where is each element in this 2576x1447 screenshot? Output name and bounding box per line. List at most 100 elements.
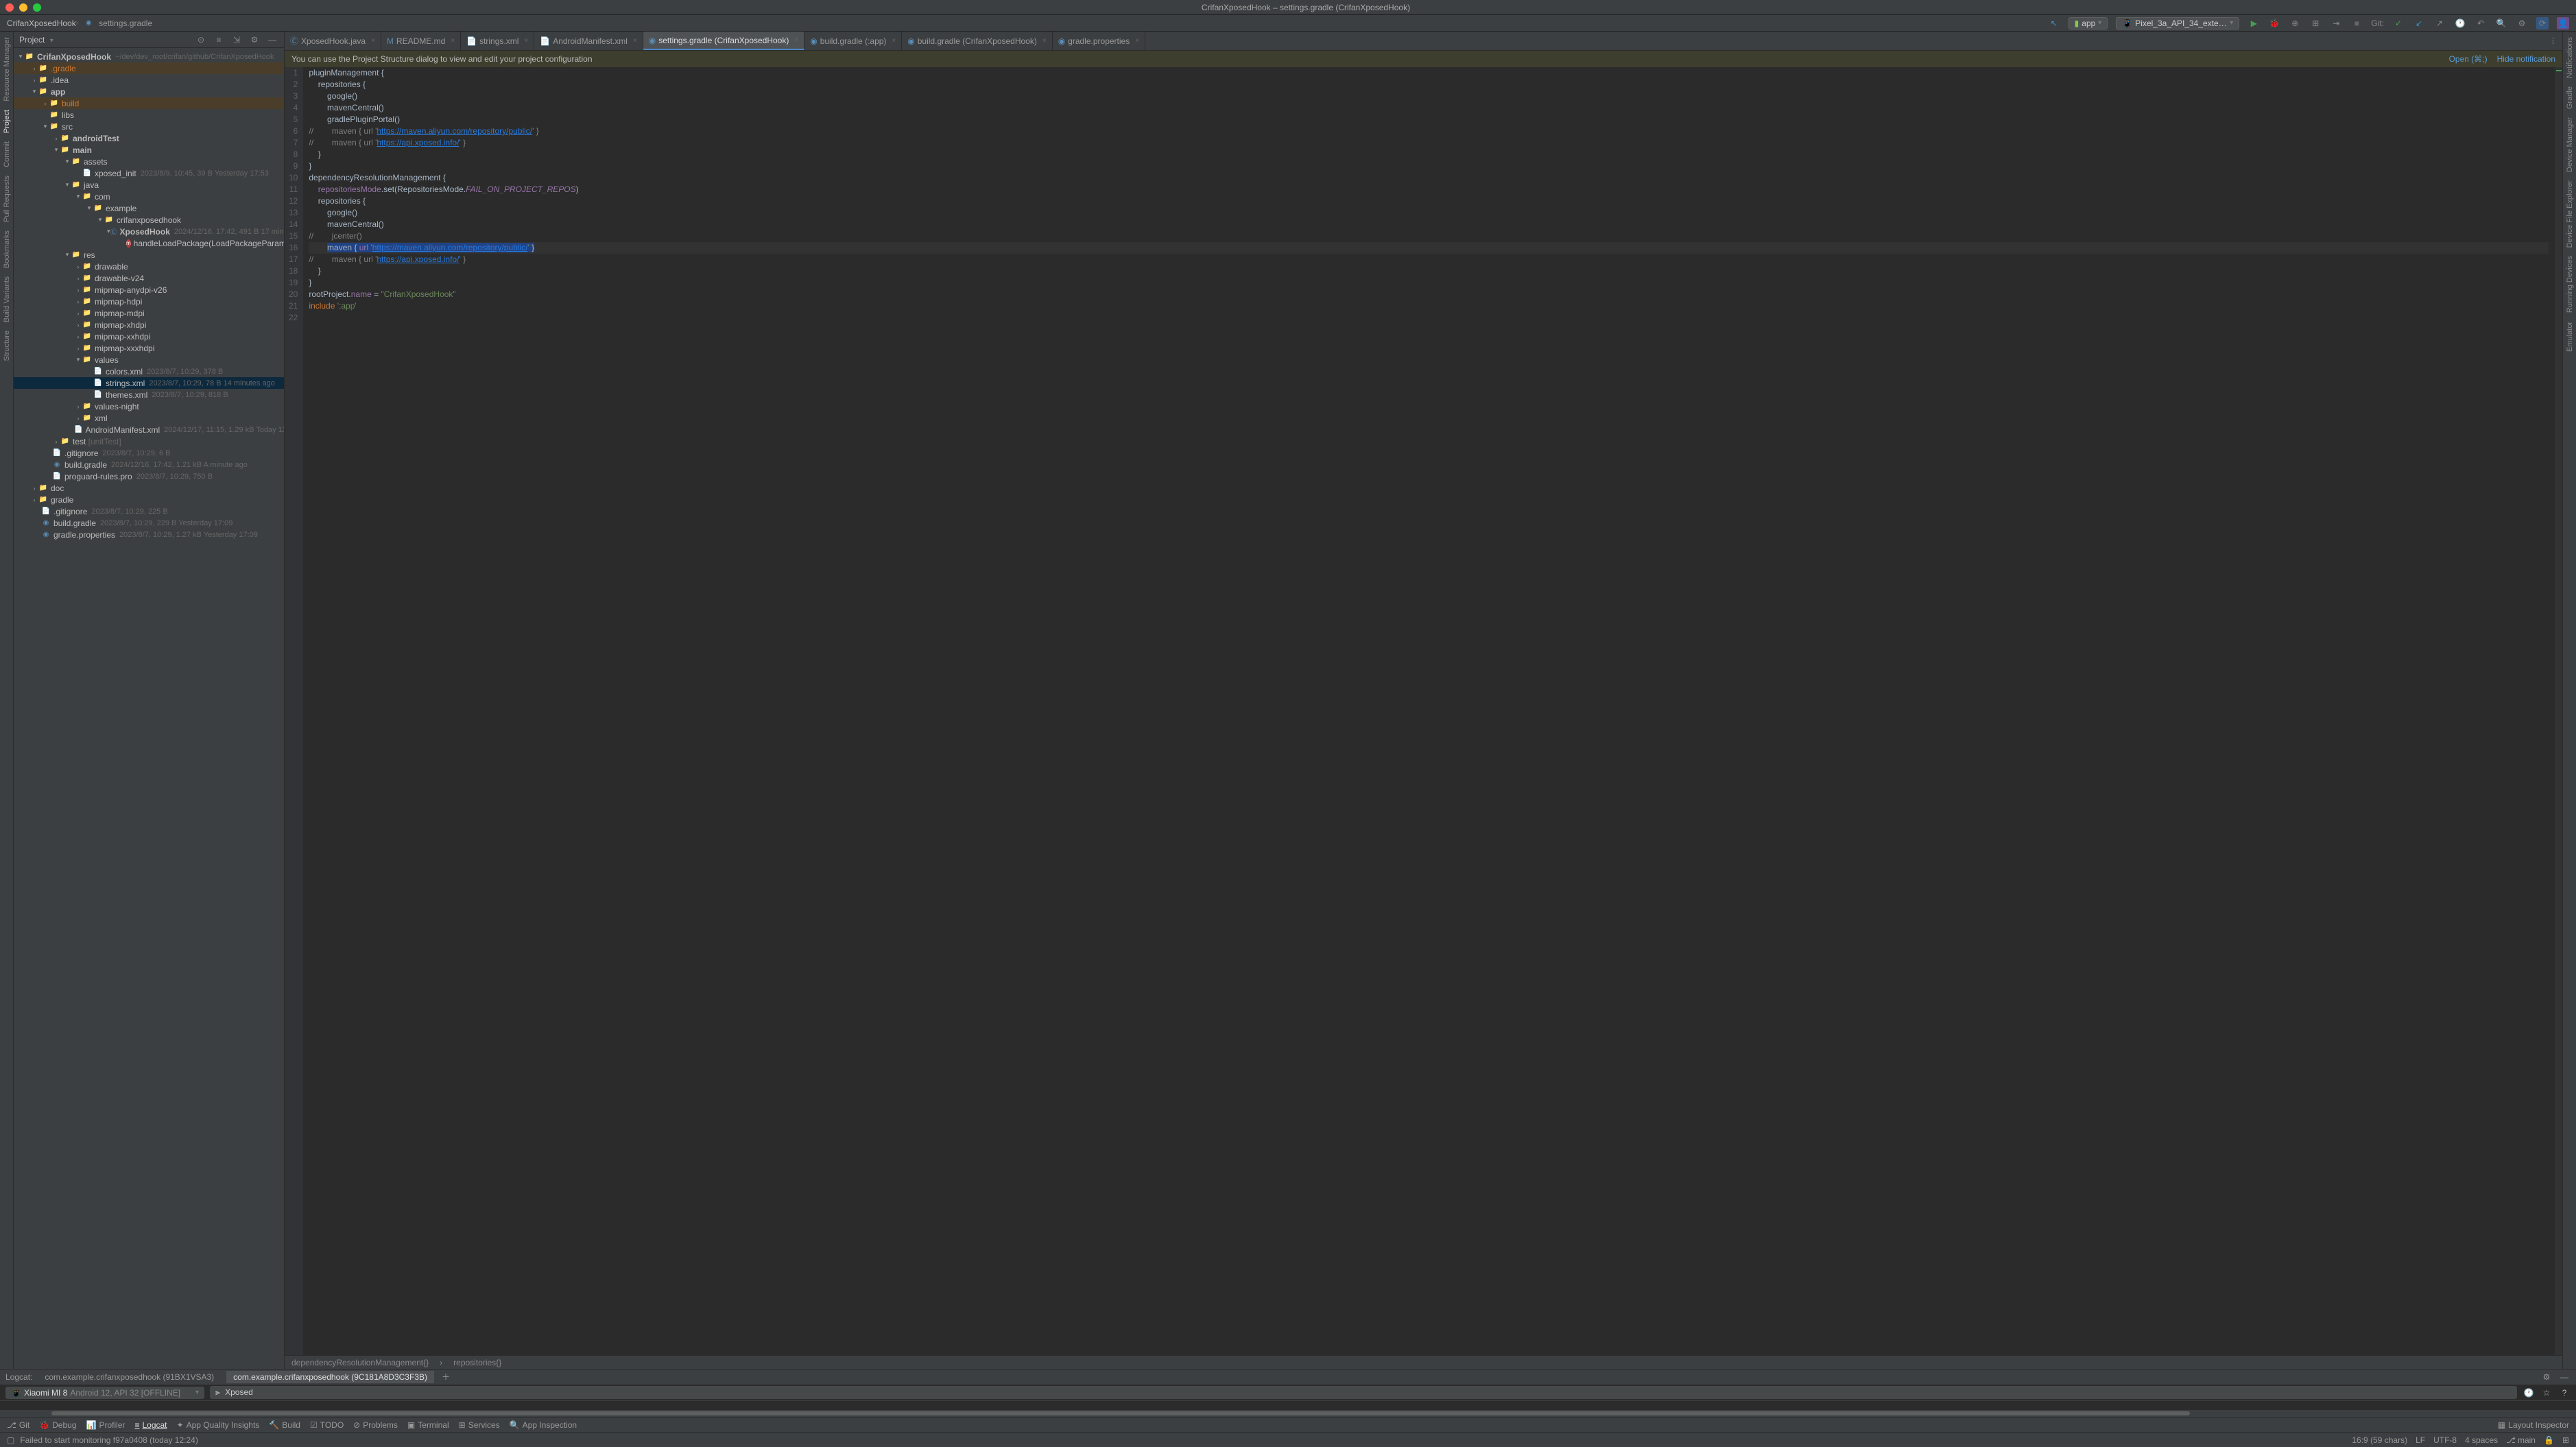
- tw-git[interactable]: ⎇Git: [7, 1420, 29, 1430]
- profile-button[interactable]: ⊕: [2289, 17, 2301, 29]
- close-tab-button[interactable]: ×: [524, 37, 528, 45]
- tree-node-xposed-init[interactable]: 📄xposed_init2023/8/9, 10:45, 39 B Yester…: [14, 167, 284, 179]
- add-tab-button[interactable]: ＋: [440, 1371, 452, 1383]
- tree-arrow-icon[interactable]: ›: [74, 403, 82, 410]
- tree-node-build[interactable]: ›📁build: [14, 97, 284, 109]
- breadcrumb-root[interactable]: CrifanXposedHook: [7, 19, 76, 28]
- tree-arrow-icon[interactable]: ▾: [74, 356, 82, 363]
- minimize-window-button[interactable]: [19, 3, 27, 12]
- tree-arrow-icon[interactable]: ›: [74, 275, 82, 282]
- hide-button[interactable]: —: [266, 34, 278, 46]
- tree-node-libs[interactable]: 📁libs: [14, 109, 284, 121]
- tw-problems[interactable]: ⊘Problems: [353, 1420, 398, 1430]
- tab-build-gradle-root[interactable]: ◉build.gradle (CrifanXposedHook)×: [902, 32, 1052, 50]
- tree-arrow-icon[interactable]: ›: [30, 497, 38, 503]
- close-tab-button[interactable]: ×: [1042, 37, 1047, 45]
- tree-node-proguard[interactable]: 📄proguard-rules.pro2023/8/7, 10:29, 750 …: [14, 470, 284, 482]
- tree-arrow-icon[interactable]: ›: [30, 485, 38, 492]
- close-tab-button[interactable]: ×: [1135, 37, 1139, 45]
- select-opened-file-button[interactable]: ⊙: [195, 34, 207, 46]
- attach-debugger-button[interactable]: ⇥: [2330, 17, 2342, 29]
- back-button[interactable]: ↖: [2048, 17, 2060, 29]
- tree-node-method[interactable]: mhandleLoadPackage(LoadPackageParam):voi…: [14, 237, 284, 249]
- line-separator[interactable]: LF: [2416, 1435, 2425, 1445]
- tab-settings-gradle[interactable]: ◉settings.gradle (CrifanXposedHook)×: [643, 32, 804, 50]
- banner-open-button[interactable]: Open (⌘;): [2449, 54, 2488, 64]
- rail-structure[interactable]: Structure: [3, 331, 11, 361]
- close-window-button[interactable]: [5, 3, 14, 12]
- editor-minimap[interactable]: [2554, 67, 2562, 1355]
- tree-arrow-icon[interactable]: ›: [30, 65, 38, 72]
- tree-node-doc[interactable]: ›📁doc: [14, 482, 284, 494]
- tab-gradle-properties[interactable]: ◉gradle.properties×: [1053, 32, 1145, 50]
- close-tab-button[interactable]: ×: [892, 37, 896, 45]
- tab-manifest[interactable]: 📄AndroidManifest.xml×: [534, 32, 643, 50]
- tree-node-values[interactable]: ▾📁values: [14, 354, 284, 366]
- coverage-button[interactable]: ⊞: [2309, 17, 2322, 29]
- rail-emulator[interactable]: Emulator: [2566, 322, 2574, 352]
- cursor-position[interactable]: 16:9 (59 chars): [2352, 1435, 2407, 1445]
- tree-node-xml[interactable]: ›📁xml: [14, 412, 284, 424]
- tree-node-src[interactable]: ▾📁src: [14, 121, 284, 132]
- run-button[interactable]: ▶: [2247, 17, 2260, 29]
- logcat-content[interactable]: [0, 1401, 2576, 1417]
- tab-menu-button[interactable]: ⋮: [2544, 32, 2562, 50]
- tree-arrow-icon[interactable]: ▾: [52, 146, 60, 154]
- tree-node-gradle-root[interactable]: ›📁gradle: [14, 494, 284, 505]
- device-selector[interactable]: 📱 Pixel_3a_API_34_extension_level_7_ar… …: [2116, 17, 2239, 29]
- tree-arrow-icon[interactable]: ▾: [63, 251, 71, 259]
- tree-arrow-icon[interactable]: ›: [74, 415, 82, 422]
- tree-arrow-icon[interactable]: ▾: [85, 204, 93, 212]
- tree-node-mipmap-anydpi[interactable]: ›📁mipmap-anydpi-v26: [14, 284, 284, 296]
- logcat-tab-1[interactable]: com.example.crifanxposedhook (91BX1VSA3): [38, 1371, 221, 1383]
- tree-node-assets[interactable]: ▾📁assets: [14, 156, 284, 167]
- tw-debug[interactable]: 🐞Debug: [39, 1420, 76, 1430]
- tree-node-gitignore-root[interactable]: 📄.gitignore2023/8/7, 10:29, 225 B: [14, 505, 284, 517]
- tree-arrow-icon[interactable]: ›: [74, 263, 82, 270]
- logcat-filter-input[interactable]: ⫸ Xposed: [210, 1386, 2517, 1399]
- tree-node-mipmap-xxhdpi[interactable]: ›📁mipmap-xxhdpi: [14, 331, 284, 342]
- tree-node-gradle-properties[interactable]: ◉gradle.properties2023/8/7, 10:29, 1.27 …: [14, 529, 284, 540]
- gear-icon[interactable]: ⚙: [2540, 1371, 2553, 1383]
- tree-node-values-night[interactable]: ›📁values-night: [14, 400, 284, 412]
- tree-node-colors-xml[interactable]: 📄colors.xml2023/8/7, 10:29, 378 B: [14, 366, 284, 377]
- rail-notifications[interactable]: Notifications: [2566, 37, 2574, 78]
- tree-node-mipmap-mdpi[interactable]: ›📁mipmap-mdpi: [14, 307, 284, 319]
- tree-arrow-icon[interactable]: ›: [74, 322, 82, 328]
- tree-node-themes-xml[interactable]: 📄themes.xml2023/8/7, 10:29, 818 B: [14, 389, 284, 400]
- tab-build-gradle-app[interactable]: ◉build.gradle (:app)×: [804, 32, 902, 50]
- rail-commit[interactable]: Commit: [3, 141, 11, 167]
- tree-node-crifanxposedhook[interactable]: ▾📁crifanxposedhook: [14, 214, 284, 226]
- tree-arrow-icon[interactable]: ›: [74, 310, 82, 317]
- rail-device-file-explorer[interactable]: Device File Explorer: [2566, 180, 2574, 248]
- logcat-device-selector[interactable]: 📱 Xiaomi MI 8 Android 12, API 32 [OFFLIN…: [5, 1387, 204, 1399]
- search-everywhere-button[interactable]: 🔍: [2495, 17, 2507, 29]
- tool-windows-button[interactable]: ▢: [7, 1435, 14, 1445]
- tree-arrow-icon[interactable]: ›: [30, 77, 38, 84]
- tree-node-drawable[interactable]: ›📁drawable: [14, 261, 284, 272]
- tree-arrow-icon[interactable]: ›: [41, 100, 49, 107]
- tree-node-xposedhook[interactable]: ▾ⒸXposedHook2024/12/16, 17:42, 491 B 17 …: [14, 226, 284, 237]
- tree-arrow-icon[interactable]: ▾: [74, 193, 82, 200]
- tree-node-example[interactable]: ▾📁example: [14, 202, 284, 214]
- rail-device-manager[interactable]: Device Manager: [2566, 117, 2574, 172]
- tree-node-build-gradle-app[interactable]: ◉build.gradle2024/12/16, 17:42, 1.21 kB …: [14, 459, 284, 470]
- tab-readme[interactable]: MREADME.md×: [381, 32, 461, 50]
- gear-icon[interactable]: ⚙: [248, 34, 261, 46]
- tree-arrow-icon[interactable]: ›: [74, 345, 82, 352]
- collapse-all-button[interactable]: ⇲: [230, 34, 243, 46]
- tree-arrow-icon[interactable]: ›: [74, 287, 82, 294]
- tree-node-gradle[interactable]: ›📁.gradle: [14, 62, 284, 74]
- tw-layout-inspector[interactable]: ▦Layout Inspector: [2498, 1420, 2569, 1430]
- rail-bookmarks[interactable]: Bookmarks: [3, 230, 11, 268]
- rail-pull-requests[interactable]: Pull Requests: [3, 176, 11, 222]
- rail-resource-manager[interactable]: Resource Manager: [3, 37, 11, 101]
- tree-arrow-icon[interactable]: ▾: [41, 123, 49, 130]
- tree-node-com[interactable]: ▾📁com: [14, 191, 284, 202]
- tree-node-manifest[interactable]: 📄AndroidManifest.xml2024/12/17, 11:15, 1…: [14, 424, 284, 435]
- tree-arrow-icon[interactable]: ›: [74, 298, 82, 305]
- expand-all-button[interactable]: ≡: [213, 34, 225, 46]
- tree-arrow-icon[interactable]: ›: [52, 438, 60, 445]
- tree-root[interactable]: ▾ 📁 CrifanXposedHook ~/dev/dev_root/crif…: [14, 51, 284, 62]
- git-update-button[interactable]: ↙: [2413, 17, 2425, 29]
